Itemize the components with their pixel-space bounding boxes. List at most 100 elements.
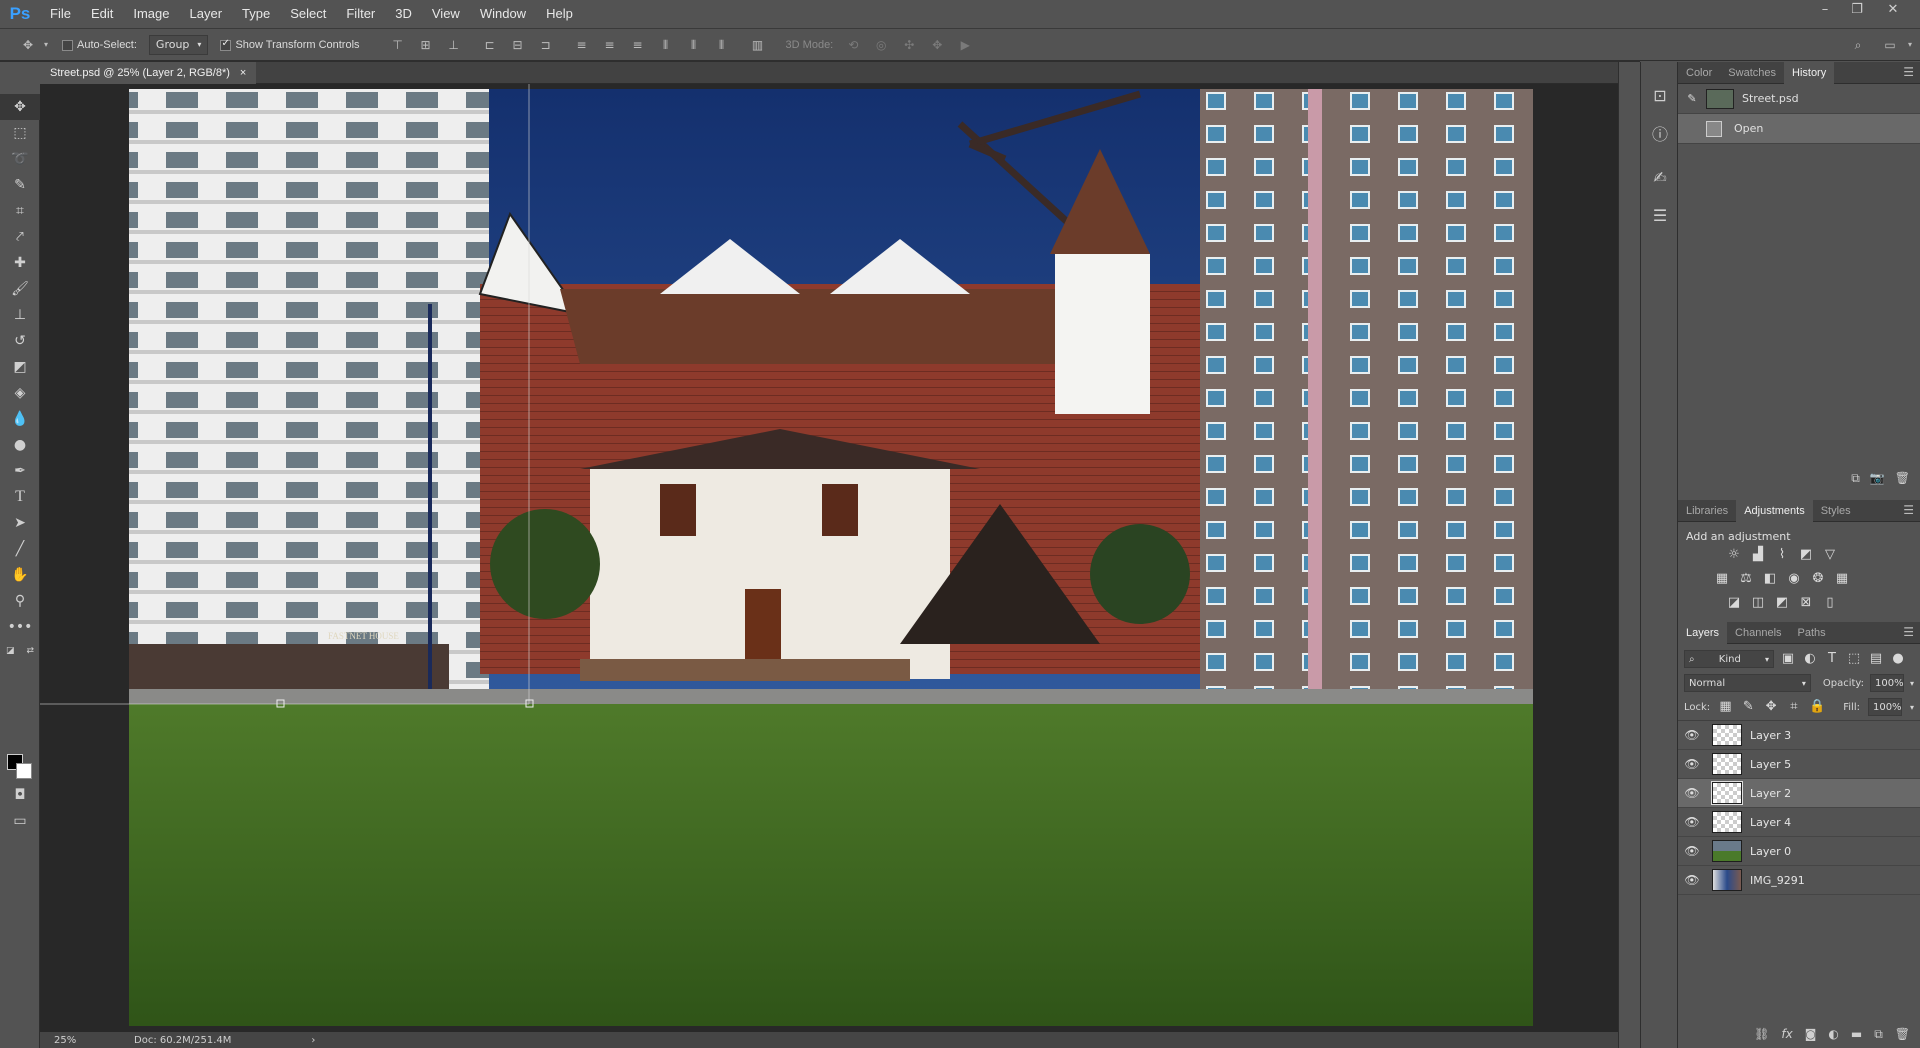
minimize-button[interactable]: –: [1812, 0, 1838, 20]
lasso-tool-icon[interactable]: ➰: [0, 146, 40, 172]
3d-pan-icon[interactable]: ✣: [901, 37, 917, 53]
lock-image-pixels-icon[interactable]: ✎: [1741, 699, 1756, 715]
tab-libraries[interactable]: Libraries: [1678, 500, 1736, 522]
canvas-area[interactable]: FASTNET HOUSE: [40, 84, 1618, 1032]
3d-scale-icon[interactable]: ▶: [957, 37, 973, 53]
lock-all-icon[interactable]: 🔒: [1809, 699, 1825, 715]
delete-state-icon[interactable]: 🗑: [1895, 471, 1910, 486]
layer-style-icon[interactable]: fx: [1781, 1027, 1792, 1042]
vibrance-icon[interactable]: ▽: [1822, 547, 1838, 563]
blend-mode-dropdown[interactable]: Normal ▾: [1684, 674, 1811, 692]
status-menu-arrow-icon[interactable]: ›: [311, 1035, 315, 1046]
type-tool-icon[interactable]: T: [0, 484, 40, 510]
align-left-edges-icon[interactable]: ⊏: [482, 37, 498, 53]
menu-view[interactable]: View: [422, 0, 470, 28]
menu-type[interactable]: Type: [232, 0, 280, 28]
quick-selection-tool-icon[interactable]: ✎: [0, 172, 40, 198]
delete-layer-icon[interactable]: 🗑: [1895, 1027, 1910, 1042]
tab-layers[interactable]: Layers: [1678, 621, 1728, 644]
filter-adjustment-icon[interactable]: ◐: [1802, 651, 1818, 667]
more-tools-icon[interactable]: •••: [0, 614, 40, 640]
path-selection-tool-icon[interactable]: ➤: [0, 510, 40, 536]
link-layers-icon[interactable]: ⛓: [1754, 1027, 1769, 1042]
line-tool-icon[interactable]: ╱: [0, 536, 40, 562]
add-mask-icon[interactable]: ◙: [1805, 1027, 1817, 1042]
document-tab[interactable]: Street.psd @ 25% (Layer 2, RGB/8*) ×: [40, 62, 257, 84]
panel-menu-icon[interactable]: ☰: [1903, 625, 1914, 639]
filter-pixel-icon[interactable]: ▣: [1780, 651, 1796, 667]
photo-filter-icon[interactable]: ◉: [1786, 571, 1802, 587]
align-horizontal-centers-icon[interactable]: ⊟: [510, 37, 526, 53]
distribute-top-icon[interactable]: ≡: [574, 37, 590, 53]
fill-slider-chevron-icon[interactable]: ▾: [1910, 703, 1914, 712]
new-layer-icon[interactable]: ⧉: [1874, 1027, 1883, 1042]
document-canvas[interactable]: FASTNET HOUSE: [40, 84, 1618, 1032]
history-state[interactable]: Open: [1678, 114, 1920, 144]
tab-swatches[interactable]: Swatches: [1720, 62, 1784, 84]
dodge-tool-icon[interactable]: ●: [0, 432, 40, 458]
selective-color-icon[interactable]: ⊠: [1798, 595, 1814, 611]
menu-help[interactable]: Help: [536, 0, 583, 28]
black-white-icon[interactable]: ◧: [1762, 571, 1778, 587]
3d-orbit-icon[interactable]: ⟲: [845, 37, 861, 53]
brush-tool-icon[interactable]: 🖌: [0, 276, 40, 302]
new-document-from-state-icon[interactable]: ⧉: [1851, 471, 1860, 486]
distribute-right-icon[interactable]: ⦀: [714, 37, 730, 53]
distribute-hcenter-icon[interactable]: ⦀: [686, 37, 702, 53]
tab-styles[interactable]: Styles: [1813, 500, 1859, 522]
zoom-level[interactable]: 25%: [54, 1035, 104, 1046]
tool-preset-chevron-icon[interactable]: ▾: [38, 37, 54, 53]
new-group-icon[interactable]: ▬: [1851, 1027, 1862, 1042]
auto-select-target-dropdown[interactable]: Group ▾: [148, 34, 209, 55]
auto-align-layers-icon[interactable]: ▥: [750, 37, 766, 53]
color-lookup-icon[interactable]: ▦: [1834, 571, 1850, 587]
distribute-bottom-icon[interactable]: ≡: [630, 37, 646, 53]
filter-smart-object-icon[interactable]: ▤: [1868, 651, 1884, 667]
menu-image[interactable]: Image: [123, 0, 179, 28]
screen-mode-icon[interactable]: ▭: [0, 808, 40, 834]
lock-artboard-icon[interactable]: ⌗: [1786, 699, 1801, 715]
new-snapshot-icon[interactable]: 📷: [1870, 471, 1885, 486]
posterize-icon[interactable]: ◫: [1750, 595, 1766, 611]
workspace-chevron-icon[interactable]: ▾: [1902, 37, 1918, 53]
threshold-icon[interactable]: ◩: [1774, 595, 1790, 611]
lock-position-icon[interactable]: ✥: [1764, 699, 1779, 715]
paint-bucket-tool-icon[interactable]: ◈: [0, 380, 40, 406]
history-snapshot[interactable]: ✎ Street.psd: [1678, 84, 1920, 114]
3d-roll-icon[interactable]: ◎: [873, 37, 889, 53]
healing-brush-tool-icon[interactable]: ✚: [0, 250, 40, 276]
tab-color[interactable]: Color: [1678, 62, 1720, 84]
history-brush-source-icon[interactable]: ✎: [1678, 92, 1706, 105]
tab-adjustments[interactable]: Adjustments: [1736, 499, 1813, 522]
align-vertical-centers-icon[interactable]: ⊞: [418, 37, 434, 53]
search-icon[interactable]: ⌕: [1850, 37, 1866, 53]
layer-row[interactable]: 👁 Layer 0: [1678, 837, 1920, 866]
crop-tool-icon[interactable]: ⌗: [0, 198, 40, 224]
quick-mask-icon[interactable]: ◘: [0, 782, 40, 808]
workspace-icon[interactable]: ▭: [1882, 37, 1898, 53]
menu-window[interactable]: Window: [470, 0, 536, 28]
visibility-eye-icon[interactable]: 👁: [1678, 873, 1706, 887]
distribute-left-icon[interactable]: ⦀: [658, 37, 674, 53]
color-balance-icon[interactable]: ⚖: [1738, 571, 1754, 587]
align-right-edges-icon[interactable]: ⊐: [538, 37, 554, 53]
new-adjustment-layer-icon[interactable]: ◐: [1828, 1027, 1838, 1042]
panel-menu-icon[interactable]: ☰: [1903, 503, 1914, 517]
visibility-eye-icon[interactable]: 👁: [1678, 786, 1706, 800]
invert-icon[interactable]: ◪: [1726, 595, 1742, 611]
layer-row[interactable]: 👁 Layer 5: [1678, 750, 1920, 779]
move-tool-icon[interactable]: ✥: [0, 94, 40, 120]
tab-history[interactable]: History: [1784, 61, 1835, 84]
vertical-scrollbar[interactable]: [1618, 62, 1640, 1048]
filter-toggle-icon[interactable]: ●: [1890, 651, 1906, 667]
layer-row-selected[interactable]: 👁 Layer 2: [1678, 779, 1920, 808]
opacity-field[interactable]: 100%: [1869, 674, 1904, 692]
clone-stamp-tool-icon[interactable]: ⊥: [0, 302, 40, 328]
layer-row[interactable]: 👁 IMG_9291: [1678, 866, 1920, 895]
hand-tool-icon[interactable]: ✋: [0, 562, 40, 588]
menu-3d[interactable]: 3D: [385, 0, 422, 28]
visibility-eye-icon[interactable]: 👁: [1678, 844, 1706, 858]
align-bottom-edges-icon[interactable]: ⊥: [446, 37, 462, 53]
panel-menu-icon[interactable]: ☰: [1903, 65, 1914, 79]
3d-slide-icon[interactable]: ✥: [929, 37, 945, 53]
